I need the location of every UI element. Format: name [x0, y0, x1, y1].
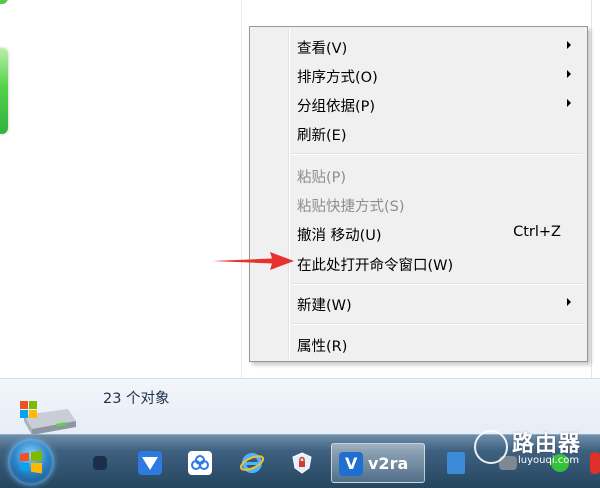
- menu-item-sort-by[interactable]: 排序方式(O): [252, 60, 585, 88]
- v2ray-icon: [339, 452, 363, 476]
- watermark: 路由器 luyouqi.com: [470, 424, 600, 474]
- taskbar-mail-button[interactable]: [130, 443, 170, 483]
- cloud-icon: [188, 451, 212, 475]
- menu-separator: [291, 153, 583, 155]
- menu-item-label: 刷新(E): [297, 128, 347, 144]
- menu-separator: [291, 323, 583, 325]
- menu-item-undo-move[interactable]: 撤消 移动(U) Ctrl+Z: [252, 218, 585, 246]
- menu-item-open-command-window[interactable]: 在此处打开命令窗口(W): [252, 248, 585, 276]
- windows-logo-icon: [20, 450, 42, 474]
- menu-item-label: 撤消 移动(U): [297, 228, 382, 244]
- submenu-arrow-icon: [567, 41, 571, 49]
- object-count-text: 23 个对象: [103, 391, 170, 407]
- menu-item-label: 排序方式(O): [297, 70, 378, 86]
- menu-item-label: 查看(V): [297, 41, 348, 57]
- submenu-arrow-icon: [567, 298, 571, 306]
- edge-handle-green[interactable]: [0, 48, 8, 134]
- menu-item-label: 分组依据(P): [297, 99, 376, 115]
- taskbar-cloud-button[interactable]: [180, 443, 220, 483]
- menu-item-paste-shortcut[interactable]: 粘贴快捷方式(S): [252, 189, 585, 217]
- mail-bird-icon: [138, 451, 162, 475]
- shield-icon: [292, 452, 312, 474]
- menu-item-label: 新建(W): [297, 298, 352, 314]
- menu-item-label: 属性(R): [297, 339, 348, 355]
- column-divider: [241, 0, 242, 378]
- router-logo-icon: [474, 430, 508, 464]
- menu-item-properties[interactable]: 属性(R): [252, 329, 585, 357]
- menu-shortcut-text: Ctrl+Z: [513, 224, 561, 240]
- menu-separator: [291, 283, 583, 285]
- watermark-title: 路由器: [512, 432, 582, 457]
- menu-item-view[interactable]: 查看(V): [252, 31, 585, 59]
- menu-item-label: 粘贴快捷方式(S): [297, 199, 405, 215]
- menu-item-label: 在此处打开命令窗口(W): [297, 258, 454, 274]
- context-menu: 查看(V) 排序方式(O) 分组依据(P) 刷新(E) 粘贴(P) 粘贴快捷方式…: [249, 26, 588, 362]
- app-icon: [93, 456, 107, 470]
- edge-handle-top: [0, 0, 8, 4]
- menu-item-refresh[interactable]: 刷新(E): [252, 118, 585, 146]
- menu-item-group-by[interactable]: 分组依据(P): [252, 89, 585, 117]
- taskbar-app-button[interactable]: [80, 443, 120, 483]
- watermark-url: luyouqi.com: [518, 455, 580, 466]
- ie-icon: [240, 453, 264, 473]
- column-divider-right: [591, 0, 592, 378]
- menu-item-label: 粘贴(P): [297, 170, 347, 186]
- taskbar-app-label: v2ra: [368, 454, 409, 473]
- submenu-arrow-icon: [567, 99, 571, 107]
- drive-icon: [20, 401, 76, 435]
- taskbar-ie-button[interactable]: [232, 443, 272, 483]
- taskbar-active-app[interactable]: v2ra: [331, 443, 425, 483]
- submenu-arrow-icon: [567, 70, 571, 78]
- folder-icon: [447, 452, 465, 474]
- menu-item-paste[interactable]: 粘贴(P): [252, 160, 585, 188]
- taskbar-security-button[interactable]: [282, 443, 322, 483]
- red-arrow-icon: [212, 252, 294, 270]
- menu-item-new[interactable]: 新建(W): [252, 288, 585, 316]
- start-button[interactable]: [8, 439, 54, 485]
